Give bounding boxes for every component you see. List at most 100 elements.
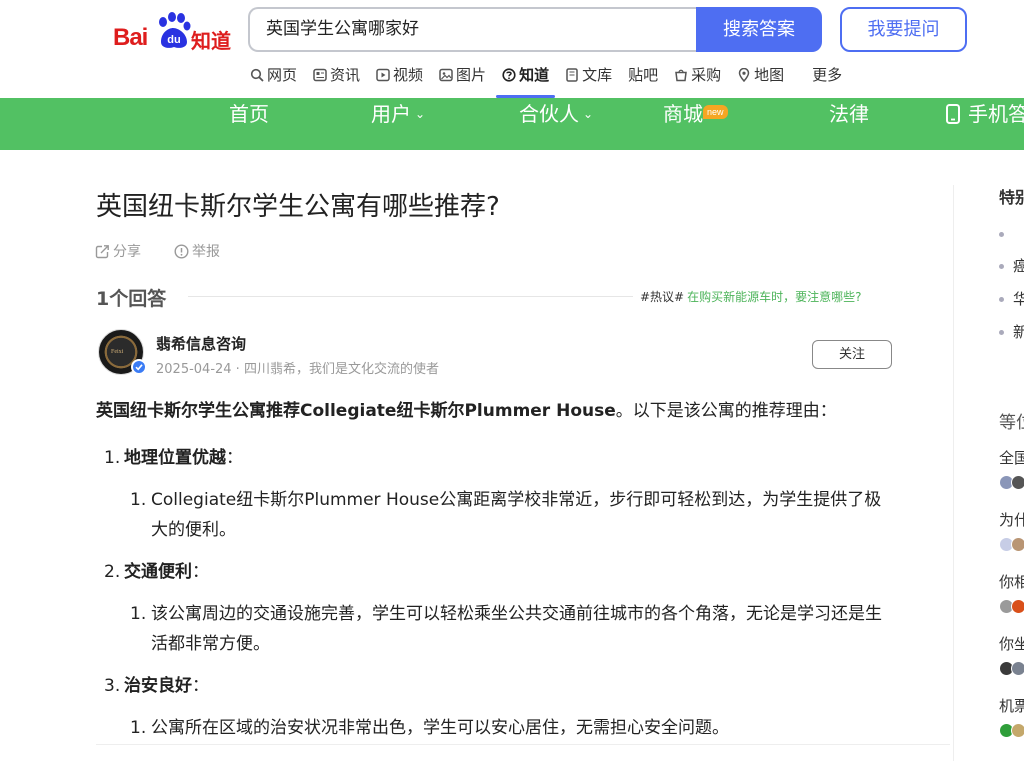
list-subitem: 1. Collegiate纽卡斯尔Plummer House公寓距离学校非常近，步… — [96, 485, 896, 545]
report-label: 举报 — [192, 244, 220, 260]
ask-question-button[interactable]: 我要提问 — [840, 7, 967, 52]
nav-partner-label: 合伙人 — [519, 102, 579, 126]
mobile-phone-icon — [946, 104, 960, 124]
avatar — [1011, 537, 1024, 552]
tab-wenku[interactable]: 文库 — [559, 64, 618, 98]
nav-mall-label: 商城 — [663, 102, 703, 126]
avatar — [1011, 599, 1024, 614]
logo-du-text: du — [167, 34, 180, 46]
avatar — [1011, 661, 1024, 676]
nav-users[interactable]: 用户 ⌄ — [371, 98, 425, 150]
avatar-group — [999, 537, 1024, 553]
bullet-dot — [999, 232, 1004, 237]
main-nav-bar: 首页 用户 ⌄ 合伙人 ⌄ 商城 new 法律 手机答 — [0, 98, 1024, 150]
avatar-group — [999, 661, 1024, 677]
sidebar-section-title: 等位 — [999, 413, 1024, 433]
tab-web[interactable]: 网页 — [244, 64, 303, 98]
hot-topic: #热议# 在购买新能源车时，要注意哪些? — [640, 288, 862, 305]
video-icon — [376, 68, 390, 82]
tab-label: 文库 — [582, 66, 613, 84]
baidu-zhidao-logo[interactable]: Bai du 知道 — [113, 12, 233, 53]
author-name[interactable]: 翡希信息咨询 — [156, 333, 246, 354]
nav-home[interactable]: 首页 — [229, 98, 269, 150]
tab-label: 更多 — [812, 66, 843, 84]
tab-images[interactable]: 图片 — [433, 64, 492, 98]
nav-mall[interactable]: 商城 new — [663, 98, 728, 150]
bullet-dot — [999, 330, 1004, 335]
baidu-paw-icon: du — [159, 12, 191, 48]
list-subitem: 1. 该公寓周边的交通设施完善，学生可以轻松乘坐公共交通前往城市的各个角落，无论是… — [96, 599, 896, 659]
tab-tieba[interactable]: 贴吧 — [622, 64, 664, 98]
question-icon — [502, 68, 516, 82]
nav-mobile[interactable]: 手机答 — [946, 98, 1024, 150]
share-label: 分享 — [113, 244, 141, 260]
tab-label: 地图 — [754, 66, 785, 84]
search-icon — [250, 68, 264, 82]
bullet-dot — [999, 264, 1004, 269]
header: Bai du 知道 英国学生公寓哪家好 搜索答案 我要提问 网页 资讯 视频 图… — [0, 0, 1024, 98]
list-item-colon: ： — [192, 562, 209, 582]
search-button[interactable]: 搜索答案 — [696, 7, 822, 52]
search-category-tabs: 网页 资讯 视频 图片 知道 文库 贴吧 采购 地图 更多 — [244, 64, 852, 98]
list-subitem: 1. 公寓所在区域的治安状况非常出色，学生可以安心居住，无需担心安全问题。 — [96, 713, 896, 743]
list-number: 1. — [104, 448, 121, 468]
tab-more[interactable]: 更多 — [806, 64, 848, 98]
search-input[interactable]: 英国学生公寓哪家好 — [248, 7, 698, 52]
tab-purchase[interactable]: 采购 — [668, 64, 727, 98]
sidebar-link[interactable]: 华 — [1013, 288, 1024, 309]
nav-mobile-label: 手机答 — [968, 102, 1024, 126]
list-item-title: 治安良好 — [124, 676, 192, 696]
nav-law[interactable]: 法律 — [829, 98, 869, 150]
tab-label: 网页 — [267, 66, 298, 84]
sidebar-question[interactable]: 全国 — [999, 447, 1024, 468]
sidebar-question[interactable]: 为什 — [999, 509, 1024, 530]
new-badge: new — [703, 105, 728, 119]
warning-icon — [174, 243, 189, 259]
tab-video[interactable]: 视频 — [370, 64, 429, 98]
share-icon — [95, 244, 109, 258]
tab-label: 资讯 — [330, 66, 361, 84]
avatar — [1011, 475, 1024, 490]
sidebar-question[interactable]: 你相 — [999, 571, 1024, 592]
chevron-down-icon: ⌄ — [583, 107, 594, 121]
hot-topic-tag: #热议# — [640, 290, 685, 304]
answer-lead: 英国纽卡斯尔学生公寓推荐Collegiate纽卡斯尔Plummer House。… — [96, 396, 896, 426]
tab-news[interactable]: 资讯 — [307, 64, 366, 98]
hot-topic-link[interactable]: 在购买新能源车时，要注意哪些? — [687, 290, 861, 304]
image-icon — [439, 68, 453, 82]
report-button[interactable]: 举报 — [174, 241, 220, 261]
sidebar-question[interactable]: 你坐 — [999, 633, 1024, 654]
news-icon — [313, 68, 327, 82]
list-number: 1. — [130, 718, 147, 738]
list-item: 1. 地理位置优越： — [96, 443, 896, 473]
avatar-group — [999, 475, 1024, 491]
nav-partner[interactable]: 合伙人 ⌄ — [519, 98, 593, 150]
avatar — [1011, 723, 1024, 738]
answer-lead-bold: 英国纽卡斯尔学生公寓推荐Collegiate纽卡斯尔Plummer House — [96, 401, 616, 421]
nav-users-label: 用户 — [371, 102, 411, 126]
list-item-colon: ： — [192, 676, 209, 696]
avatar-text: Feixi — [111, 349, 124, 355]
answer-count: 1个回答 — [96, 288, 167, 310]
avatar-group — [999, 723, 1024, 739]
answer-content: 英国纽卡斯尔学生公寓推荐Collegiate纽卡斯尔Plummer House。… — [96, 396, 896, 755]
author-meta: 2025-04-24 · 四川翡希，我们是文化交流的使者 — [156, 362, 439, 377]
tab-map[interactable]: 地图 — [731, 64, 790, 98]
tab-zhidao[interactable]: 知道 — [496, 64, 556, 98]
list-number: 3. — [104, 676, 121, 696]
sidebar-divider — [953, 185, 954, 761]
sidebar-question[interactable]: 机票 — [999, 695, 1024, 716]
list-item: 3. 治安良好： — [96, 671, 896, 701]
follow-button[interactable]: 关注 — [812, 340, 892, 369]
divider — [188, 296, 633, 297]
answer-lead-rest: 。以下是该公寓的推荐理由： — [615, 401, 837, 421]
list-subitem-text: 该公寓周边的交通设施完善，学生可以轻松乘坐公共交通前往城市的各个角落，无论是学习… — [151, 604, 882, 654]
list-item-title: 地理位置优越 — [124, 448, 226, 468]
verified-badge-icon — [131, 359, 147, 375]
question-title: 英国纽卡斯尔学生公寓有哪些推荐? — [96, 192, 500, 222]
sidebar-link[interactable]: 癌 — [1013, 255, 1024, 276]
share-button[interactable]: 分享 — [95, 241, 141, 261]
sidebar-link[interactable]: 新 — [1013, 321, 1024, 342]
map-icon — [738, 68, 750, 82]
list-item-colon: ： — [226, 448, 243, 468]
